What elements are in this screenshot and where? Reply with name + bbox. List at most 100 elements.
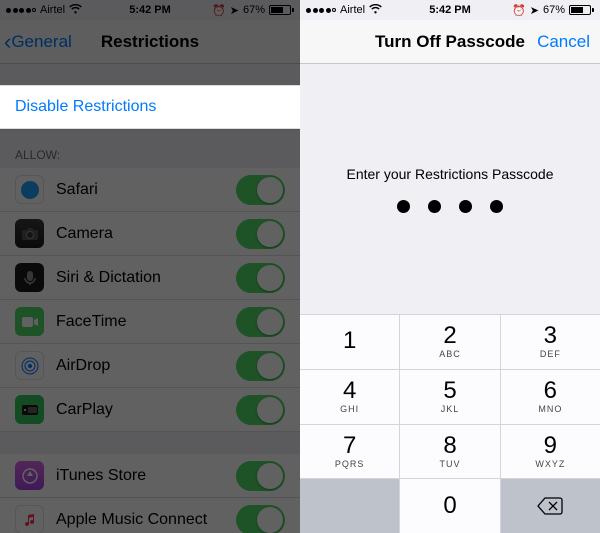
- pin-dots: [397, 200, 503, 213]
- numeric-keypad: 1 2ABC 3DEF 4GHI 5JKL 6MNO 7PQRS 8TUV 9W…: [300, 314, 600, 533]
- keypad-7[interactable]: 7PQRS: [300, 425, 399, 479]
- passcode-entry-area: Enter your Restrictions Passcode: [300, 64, 600, 314]
- keypad-4[interactable]: 4GHI: [300, 370, 399, 424]
- status-bar: Airtel 5:42 PM ⏰ ➤ 67%: [300, 0, 600, 20]
- app-label: AirDrop: [56, 357, 236, 375]
- toggle-camera[interactable]: [236, 219, 285, 249]
- toggle-safari[interactable]: [236, 175, 285, 205]
- key-num: 3: [544, 324, 557, 348]
- disable-restrictions-highlight[interactable]: Disable Restrictions: [0, 85, 300, 129]
- app-label: Apple Music Connect: [56, 511, 236, 529]
- back-label: General: [11, 32, 71, 52]
- app-label: Camera: [56, 225, 236, 243]
- itunes-icon: [15, 461, 44, 490]
- key-sub: JKL: [441, 404, 460, 414]
- key-sub: WXYZ: [535, 459, 565, 469]
- keypad-0[interactable]: 0: [400, 479, 499, 533]
- keypad-8[interactable]: 8TUV: [400, 425, 499, 479]
- pin-dot: [459, 200, 472, 213]
- nav-bar: Turn Off Passcode Cancel: [300, 20, 600, 64]
- keypad-9[interactable]: 9WXYZ: [501, 425, 600, 479]
- pin-dot: [490, 200, 503, 213]
- safari-icon: [15, 175, 44, 204]
- app-label: CarPlay: [56, 401, 236, 419]
- key-num: 0: [443, 494, 456, 518]
- app-row-itunes[interactable]: iTunes Store: [0, 454, 300, 498]
- chevron-left-icon: ‹: [4, 31, 11, 53]
- battery-icon: [569, 5, 594, 15]
- toggle-applemusic[interactable]: [236, 505, 285, 533]
- passcode-prompt: Enter your Restrictions Passcode: [347, 166, 554, 182]
- key-sub: DEF: [540, 349, 561, 359]
- key-sub: TUV: [439, 459, 460, 469]
- battery-percent: 67%: [543, 4, 565, 16]
- toggle-carplay[interactable]: [236, 395, 285, 425]
- keypad-1[interactable]: 1: [300, 315, 399, 369]
- keypad-empty: [300, 479, 399, 533]
- toggle-facetime[interactable]: [236, 307, 285, 337]
- key-sub: PQRS: [335, 459, 365, 469]
- keypad-2[interactable]: 2ABC: [400, 315, 499, 369]
- passcode-screen: Airtel 5:42 PM ⏰ ➤ 67% Turn Off Passcode…: [300, 0, 600, 533]
- carrier-label: Airtel: [340, 4, 365, 16]
- app-row-siri[interactable]: Siri & Dictation: [0, 256, 300, 300]
- key-num: 9: [544, 434, 557, 458]
- app-row-applemusic[interactable]: Apple Music Connect: [0, 498, 300, 533]
- app-label: iTunes Store: [56, 467, 236, 485]
- back-button[interactable]: ‹ General: [0, 31, 72, 53]
- key-sub: MNO: [538, 404, 562, 414]
- app-label: FaceTime: [56, 313, 236, 331]
- apple-music-icon: [15, 505, 44, 533]
- app-row-facetime[interactable]: FaceTime: [0, 300, 300, 344]
- clock: 5:42 PM: [129, 4, 171, 16]
- keypad-5[interactable]: 5JKL: [400, 370, 499, 424]
- restrictions-screen: Airtel 5:42 PM ⏰ ➤ 67% ‹ General Restric…: [0, 0, 300, 533]
- app-row-airdrop[interactable]: AirDrop: [0, 344, 300, 388]
- cancel-button[interactable]: Cancel: [537, 32, 590, 52]
- key-num: 1: [343, 329, 356, 353]
- toggle-airdrop[interactable]: [236, 351, 285, 381]
- camera-icon: [15, 219, 44, 248]
- status-bar: Airtel 5:42 PM ⏰ ➤ 67%: [0, 0, 300, 20]
- app-label: Siri & Dictation: [56, 269, 236, 287]
- carplay-icon: [15, 395, 44, 424]
- keypad-6[interactable]: 6MNO: [501, 370, 600, 424]
- cancel-label: Cancel: [537, 32, 590, 51]
- key-num: 5: [443, 379, 456, 403]
- keypad-backspace[interactable]: [501, 479, 600, 533]
- alarm-icon: ⏰: [512, 4, 526, 17]
- key-sub: ABC: [439, 349, 461, 359]
- disable-restrictions-label-highlight: Disable Restrictions: [15, 98, 156, 116]
- toggle-siri[interactable]: [236, 263, 285, 293]
- key-num: 8: [443, 434, 456, 458]
- key-num: 2: [443, 324, 456, 348]
- pin-dot: [397, 200, 410, 213]
- wifi-icon: [69, 4, 82, 17]
- signal-strength-icon: [306, 8, 336, 13]
- backspace-icon: [537, 497, 563, 515]
- key-num: 4: [343, 379, 356, 403]
- signal-strength-icon: [6, 8, 36, 13]
- keypad-3[interactable]: 3DEF: [501, 315, 600, 369]
- nav-bar: ‹ General Restrictions: [0, 20, 300, 64]
- clock: 5:42 PM: [429, 4, 471, 16]
- battery-percent: 67%: [243, 4, 265, 16]
- app-row-carplay[interactable]: CarPlay: [0, 388, 300, 432]
- app-row-camera[interactable]: Camera: [0, 212, 300, 256]
- airdrop-icon: [15, 351, 44, 380]
- location-icon: ➤: [230, 4, 239, 17]
- siri-icon: [15, 263, 44, 292]
- wifi-icon: [369, 4, 382, 17]
- key-num: 7: [343, 434, 356, 458]
- app-label: Safari: [56, 181, 236, 199]
- carrier-label: Airtel: [40, 4, 65, 16]
- allow-section-header: ALLOW:: [0, 130, 300, 168]
- key-sub: GHI: [340, 404, 359, 414]
- location-icon: ➤: [530, 4, 539, 17]
- app-row-safari[interactable]: Safari: [0, 168, 300, 212]
- key-num: 6: [544, 379, 557, 403]
- alarm-icon: ⏰: [212, 4, 226, 17]
- battery-icon: [269, 5, 294, 15]
- toggle-itunes[interactable]: [236, 461, 285, 491]
- pin-dot: [428, 200, 441, 213]
